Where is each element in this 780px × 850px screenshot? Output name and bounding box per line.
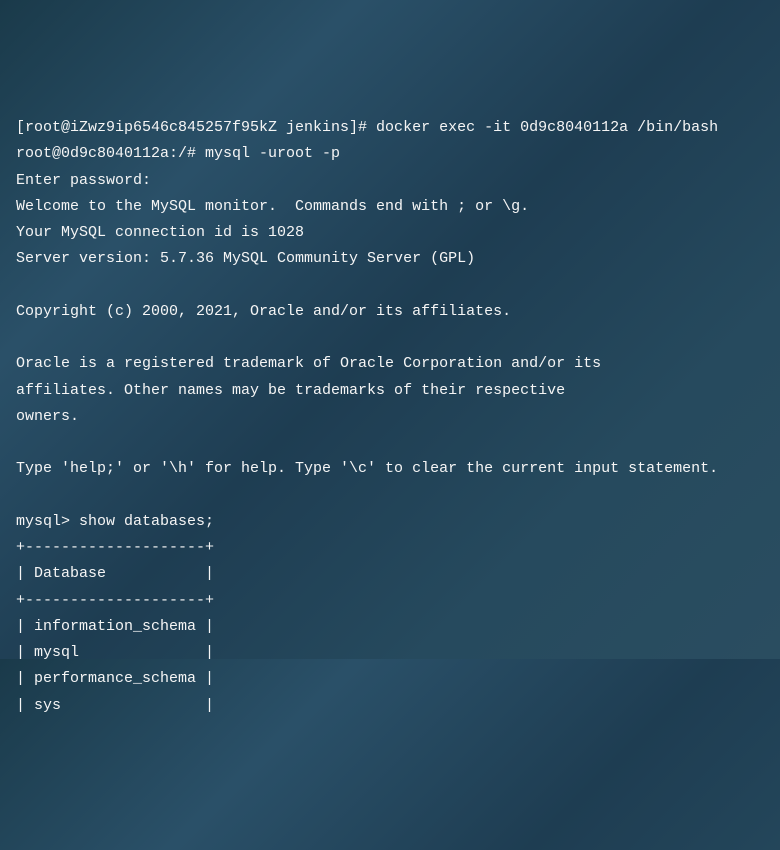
terminal-line: | sys | [16, 697, 214, 714]
terminal-line: Server version: 5.7.36 MySQL Community S… [16, 250, 475, 267]
terminal-line: Type 'help;' or '\h' for help. Type '\c'… [16, 460, 718, 477]
terminal-line: | mysql | [16, 644, 214, 661]
terminal-line: +--------------------+ [16, 592, 214, 609]
terminal-line: | performance_schema | [16, 670, 214, 687]
terminal-line: Welcome to the MySQL monitor. Commands e… [16, 198, 529, 215]
terminal-line: Your MySQL connection id is 1028 [16, 224, 304, 241]
terminal-line: owners. [16, 408, 79, 425]
terminal-line: | Database | [16, 565, 214, 582]
terminal-line: +--------------------+ [16, 539, 214, 556]
terminal-line: Oracle is a registered trademark of Orac… [16, 355, 601, 372]
terminal-line: root@0d9c8040112a:/# mysql -uroot -p [16, 145, 340, 162]
terminal-line: affiliates. Other names may be trademark… [16, 382, 565, 399]
terminal-output[interactable]: [root@iZwz9ip6546c845257f95kZ jenkins]# … [16, 115, 764, 719]
terminal-line: Copyright (c) 2000, 2021, Oracle and/or … [16, 303, 511, 320]
terminal-line: mysql> show databases; [16, 513, 214, 530]
terminal-line: | information_schema | [16, 618, 214, 635]
terminal-line: [root@iZwz9ip6546c845257f95kZ jenkins]# … [16, 119, 718, 136]
terminal-line: Enter password: [16, 172, 151, 189]
